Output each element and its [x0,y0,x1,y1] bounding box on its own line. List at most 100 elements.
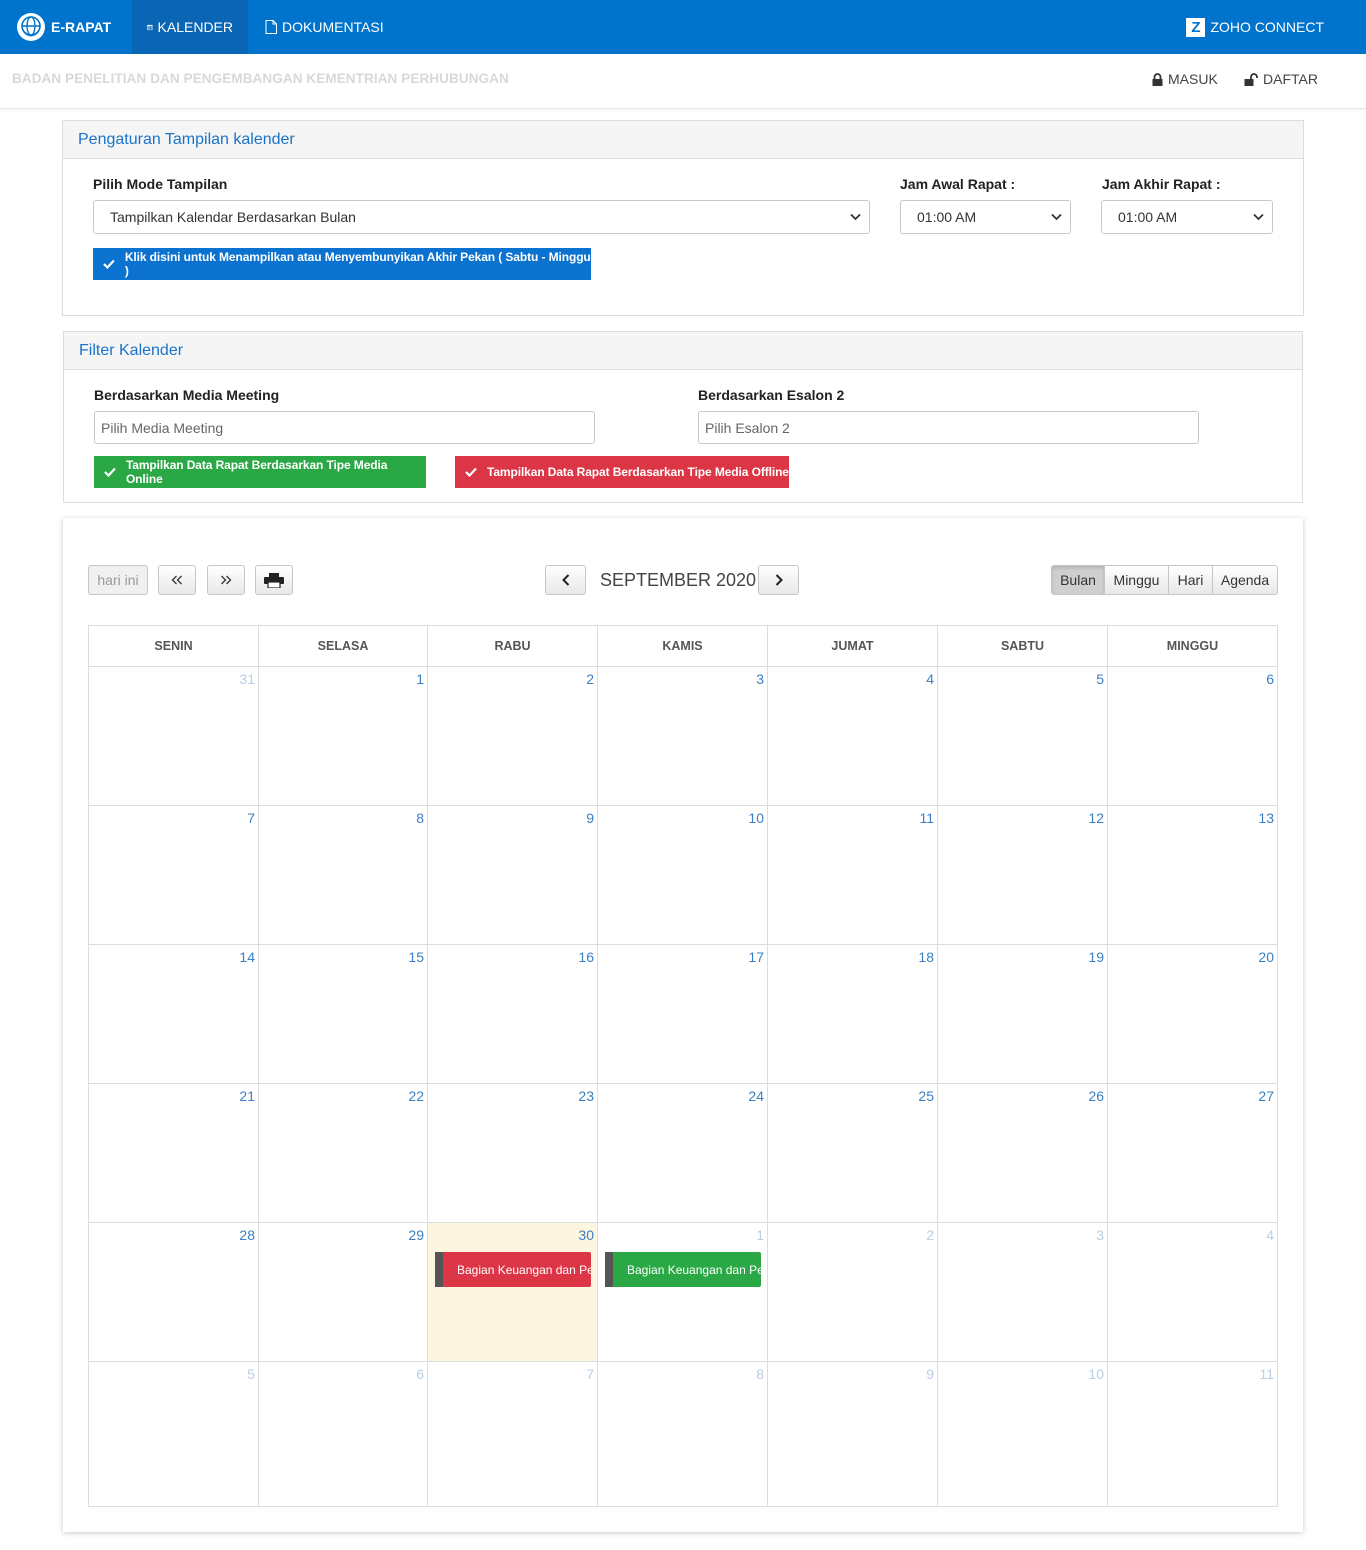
nav-dokumentasi[interactable]: DOKUMENTASI [250,0,399,54]
register-link[interactable]: DAFTAR [1244,71,1318,87]
day-number[interactable]: 5 [247,1366,255,1382]
day-cell[interactable]: 2 [768,1223,938,1362]
day-cell[interactable]: 13 [1108,806,1277,945]
day-number[interactable]: 10 [748,810,764,826]
day-number[interactable]: 17 [748,949,764,965]
day-number[interactable]: 5 [1096,671,1104,687]
day-cell[interactable]: 15 [259,945,428,1084]
day-number[interactable]: 3 [1096,1227,1104,1243]
prev-year-button[interactable] [158,565,196,595]
day-cell[interactable]: 10 [938,1362,1108,1506]
day-cell[interactable]: 1 [259,667,428,806]
start-time-select[interactable]: 01:00 AM [900,200,1071,234]
day-number[interactable]: 2 [926,1227,934,1243]
day-cell[interactable]: 3 [598,667,768,806]
print-button[interactable] [255,565,293,595]
day-number[interactable]: 29 [408,1227,424,1243]
day-number[interactable]: 1 [416,671,424,687]
view-bulan-button[interactable]: Bulan [1051,565,1105,595]
day-number[interactable]: 6 [1266,671,1274,687]
day-number[interactable]: 2 [586,671,594,687]
day-cell[interactable]: 11 [768,806,938,945]
day-number[interactable]: 8 [756,1366,764,1382]
day-cell[interactable]: 9 [768,1362,938,1506]
day-cell[interactable]: 11 [1108,1362,1277,1506]
media-meeting-input[interactable]: Pilih Media Meeting [94,411,595,444]
day-number[interactable]: 30 [578,1227,594,1243]
day-cell[interactable]: 22 [259,1084,428,1223]
day-cell[interactable]: 29 [259,1223,428,1362]
today-button[interactable]: hari ini [88,565,148,595]
day-cell[interactable]: 14 [89,945,259,1084]
next-month-button[interactable] [758,565,799,595]
online-media-button[interactable]: Tampilkan Data Rapat Berdasarkan Tipe Me… [94,456,426,488]
day-number[interactable]: 19 [1088,949,1104,965]
day-cell[interactable]: 4 [768,667,938,806]
day-cell[interactable]: 8 [598,1362,768,1506]
day-number[interactable]: 15 [408,949,424,965]
day-cell[interactable]: 30 [428,1223,598,1362]
day-number[interactable]: 14 [239,949,255,965]
day-number[interactable]: 12 [1088,810,1104,826]
day-number[interactable]: 23 [578,1088,594,1104]
day-cell[interactable]: 24 [598,1084,768,1223]
day-cell[interactable]: 21 [89,1084,259,1223]
day-number[interactable]: 16 [578,949,594,965]
view-hari-button[interactable]: Hari [1168,565,1213,595]
day-number[interactable]: 7 [247,810,255,826]
day-number[interactable]: 4 [1266,1227,1274,1243]
day-cell[interactable]: 2 [428,667,598,806]
day-cell[interactable]: 6 [259,1362,428,1506]
day-cell[interactable]: 25 [768,1084,938,1223]
esalon-input[interactable]: Pilih Esalon 2 [698,411,1199,444]
day-cell[interactable]: 17 [598,945,768,1084]
nav-kalender[interactable]: KALENDER [132,0,248,54]
day-number[interactable]: 21 [239,1088,255,1104]
day-number[interactable]: 3 [756,671,764,687]
login-link[interactable]: MASUK [1152,71,1218,87]
day-cell[interactable]: 31 [89,667,259,806]
day-number[interactable]: 11 [919,810,934,826]
mode-select[interactable]: Tampilkan Kalendar Berdasarkan Bulan [93,200,870,234]
toggle-weekend-button[interactable]: Klik disini untuk Menampilkan atau Menye… [93,248,591,280]
day-cell[interactable]: 4 [1108,1223,1277,1362]
day-number[interactable]: 8 [416,810,424,826]
day-cell[interactable]: 16 [428,945,598,1084]
day-cell[interactable]: 3 [938,1223,1108,1362]
day-number[interactable]: 25 [918,1088,934,1104]
day-cell[interactable]: 18 [768,945,938,1084]
day-number[interactable]: 26 [1088,1088,1104,1104]
brand[interactable]: E-RAPAT [16,10,111,44]
calendar-event-offline[interactable]: Bagian Keuangan dan Pe [435,1252,591,1287]
day-number[interactable]: 18 [918,949,934,965]
day-cell[interactable]: 10 [598,806,768,945]
day-cell[interactable]: 9 [428,806,598,945]
day-number[interactable]: 4 [926,671,934,687]
day-cell[interactable]: 7 [428,1362,598,1506]
day-cell[interactable]: 8 [259,806,428,945]
day-number[interactable]: 13 [1258,810,1274,826]
offline-media-button[interactable]: Tampilkan Data Rapat Berdasarkan Tipe Me… [455,456,789,488]
day-number[interactable]: 9 [926,1366,934,1382]
day-number[interactable]: 24 [748,1088,764,1104]
next-year-button[interactable] [207,565,245,595]
day-cell[interactable]: 5 [938,667,1108,806]
day-number[interactable]: 10 [1088,1366,1104,1382]
day-cell[interactable]: 27 [1108,1084,1277,1223]
day-number[interactable]: 20 [1258,949,1274,965]
day-number[interactable]: 6 [416,1366,424,1382]
day-cell[interactable]: 7 [89,806,259,945]
view-agenda-button[interactable]: Agenda [1212,565,1278,595]
view-minggu-button[interactable]: Minggu [1104,565,1169,595]
day-cell[interactable]: 23 [428,1084,598,1223]
day-number[interactable]: 28 [239,1227,255,1243]
day-cell[interactable]: 28 [89,1223,259,1362]
day-number[interactable]: 27 [1258,1088,1274,1104]
day-cell[interactable]: 20 [1108,945,1277,1084]
day-number[interactable]: 22 [408,1088,424,1104]
day-number[interactable]: 31 [239,671,255,687]
zoho-connect-link[interactable]: Z ZOHO CONNECT [1186,0,1324,54]
day-cell[interactable]: 6 [1108,667,1277,806]
day-cell[interactable]: 12 [938,806,1108,945]
day-number[interactable]: 11 [1259,1366,1274,1382]
